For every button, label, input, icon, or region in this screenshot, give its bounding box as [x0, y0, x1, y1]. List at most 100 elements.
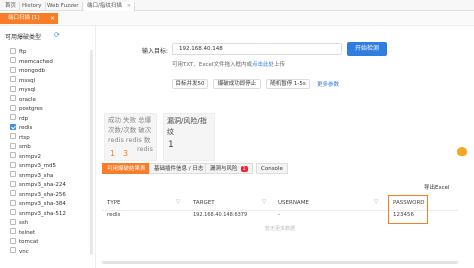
editor-tab-label: 端口扫描 [1]	[8, 15, 40, 21]
sidebar-item-rdp[interactable]: rdp	[10, 114, 29, 124]
upload-hint: 可用TXT、Excel文件拖入框内或点击此处上传	[172, 60, 285, 68]
checkbox[interactable]	[10, 142, 16, 149]
close-icon[interactable]: ×	[50, 13, 55, 24]
tab-plugin-logs[interactable]: 基础插件信息 / 日志	[149, 163, 209, 174]
sidebar-item-label: vnc	[19, 248, 29, 255]
sidebar-item-label: redis	[19, 125, 33, 131]
sidebar-item-label: rtsp	[19, 134, 30, 141]
sidebar-item-label: snmpv3_sha-224	[19, 182, 66, 188]
sidebar-scrollbar[interactable]	[90, 50, 93, 255]
filter-icon[interactable]: ▽	[176, 199, 180, 205]
editor-toolbar	[0, 11, 474, 26]
vuln-card-line2: 纹	[167, 128, 174, 136]
export-excel-button[interactable]: 导出Excel	[424, 183, 450, 191]
col-username[interactable]: USERNAME	[278, 200, 309, 206]
checkbox[interactable]	[10, 104, 16, 111]
sidebar-item-snmpv3-sha-384[interactable]: snmpv3_sha-384	[10, 199, 66, 209]
editor-tab-port-scan[interactable]: 端口扫描 [1] ×	[0, 13, 58, 24]
sidebar-item-label: rdp	[19, 115, 29, 122]
sidebar-item-mssql[interactable]: mssql	[10, 76, 35, 86]
sidebar-item-label: snmpv3_sha	[19, 172, 54, 179]
target-input[interactable]: 192.168.40.148	[172, 43, 342, 55]
checkbox[interactable]	[10, 76, 16, 82]
vuln-badge: 1	[240, 166, 248, 172]
vuln-card-line1: 漏洞/风险/指	[167, 117, 207, 125]
sidebar-item-mysql[interactable]: mysql	[10, 85, 36, 95]
tab-home[interactable]: 首页	[2, 2, 21, 11]
refresh-icon[interactable]: ⟳	[54, 31, 60, 39]
tab-port-scan-label: 端口/指纹扫描	[87, 3, 122, 9]
checkbox[interactable]	[10, 161, 16, 168]
sidebar-item-snmpv3-sha-224[interactable]: snmpv3_sha-224	[10, 180, 66, 190]
sidebar-item-ftp[interactable]: ftp	[10, 47, 27, 57]
sidebar-item-label: mongodb	[19, 68, 46, 74]
checkbox[interactable]	[10, 180, 16, 187]
sidebar-item-label: memcached	[19, 58, 53, 65]
sidebar-item-rtsp[interactable]: rtsp	[10, 133, 30, 143]
checkbox[interactable]	[10, 152, 16, 158]
checkbox[interactable]	[10, 171, 16, 177]
upload-hint-prefix: 可用TXT、Excel文件拖入框内或	[172, 62, 252, 68]
checkbox[interactable]	[10, 85, 16, 92]
status-card-line2: 次数/次数 破次	[108, 126, 152, 134]
filter-icon[interactable]: ▽	[374, 199, 378, 205]
start-scan-button[interactable]: 开始检测	[347, 42, 387, 56]
checkbox[interactable]	[10, 209, 16, 215]
sidebar-item-memcached[interactable]: memcached	[10, 57, 53, 67]
table-footer: 暂无更多数据	[264, 226, 295, 232]
sidebar-item-label: snmpv3_sha-512	[19, 210, 66, 217]
sidebar-item-ssh[interactable]: ssh	[10, 218, 29, 228]
sidebar-item-label: ssh	[19, 220, 29, 226]
checkbox[interactable]	[10, 133, 16, 139]
sidebar-item-tomcat[interactable]: tomcat	[10, 237, 38, 247]
sidebar-item-snmpv2[interactable]: snmpv2	[10, 152, 41, 162]
checkbox[interactable]	[10, 47, 16, 54]
sidebar-item-postgres[interactable]: postgres	[10, 104, 43, 114]
col-target[interactable]: TARGET	[193, 200, 215, 206]
sidebar-title: 可用爆破类型	[5, 34, 42, 41]
stop-on-success-chip[interactable]: 爆破成功即停止	[213, 79, 261, 89]
checkbox[interactable]	[10, 247, 16, 253]
sidebar-item-label: postgres	[19, 106, 43, 112]
status-card-line4: redis	[137, 145, 153, 153]
sidebar-item-snmpv3-md5[interactable]: snmpv3_md5	[10, 161, 56, 171]
random-pause-chip[interactable]: 随机暂停 1-5s	[266, 79, 310, 89]
sidebar-item-redis[interactable]: redis	[10, 123, 33, 133]
sidebar-item-smb[interactable]: smb	[10, 142, 31, 152]
col-type[interactable]: TYPE	[107, 200, 121, 206]
sidebar-item-telnet[interactable]: telnet	[10, 228, 35, 238]
checkbox[interactable]	[10, 199, 16, 206]
checkbox[interactable]	[10, 218, 16, 225]
tab-port-scan[interactable]: 端口/指纹扫描 ×	[84, 2, 136, 11]
horizontal-scrollbar[interactable]	[102, 261, 458, 264]
checkbox[interactable]	[10, 66, 16, 73]
success-count: 1	[110, 149, 116, 158]
sidebar-item-label: smb	[19, 144, 31, 150]
tab-console[interactable]: Console	[256, 163, 288, 174]
checkbox[interactable]	[10, 228, 16, 234]
sidebar-item-vnc[interactable]: vnc	[10, 247, 29, 257]
checkbox[interactable]	[10, 57, 16, 63]
sidebar-item-mongodb[interactable]: mongodb	[10, 66, 46, 76]
tab-brute-results[interactable]: 可用爆破结果表	[102, 163, 151, 174]
checkbox[interactable]	[10, 114, 16, 120]
tab-vuln-risk[interactable]: 漏洞与风险 1	[205, 163, 253, 174]
checkbox[interactable]	[10, 190, 16, 196]
filter-icon[interactable]: ▽	[262, 199, 266, 205]
more-params-link[interactable]: 更多参数	[317, 80, 339, 88]
vuln-count: 1	[168, 140, 174, 150]
checkbox[interactable]	[10, 237, 16, 244]
sidebar-item-snmpv3-sha[interactable]: snmpv3_sha	[10, 171, 54, 181]
close-icon[interactable]: ×	[127, 3, 132, 9]
upload-link[interactable]: 点击此处	[252, 62, 274, 68]
tab-web-fuzzer[interactable]: Web Fuzzer	[44, 2, 83, 11]
cell-username: -	[278, 212, 280, 218]
tab-history[interactable]: History	[19, 2, 46, 11]
sidebar-item-snmpv3-sha-512[interactable]: snmpv3_sha-512	[10, 209, 66, 219]
sidebar-item-snmpv3-sha-256[interactable]: snmpv3_sha-256	[10, 190, 66, 200]
checkbox[interactable]	[10, 95, 16, 101]
concurrency-chip[interactable]: 目标并发50	[172, 79, 208, 89]
checkbox[interactable]	[10, 123, 16, 130]
sidebar-item-oracle[interactable]: oracle	[10, 95, 36, 105]
sidebar-item-label: snmpv3_sha-256	[19, 191, 66, 198]
